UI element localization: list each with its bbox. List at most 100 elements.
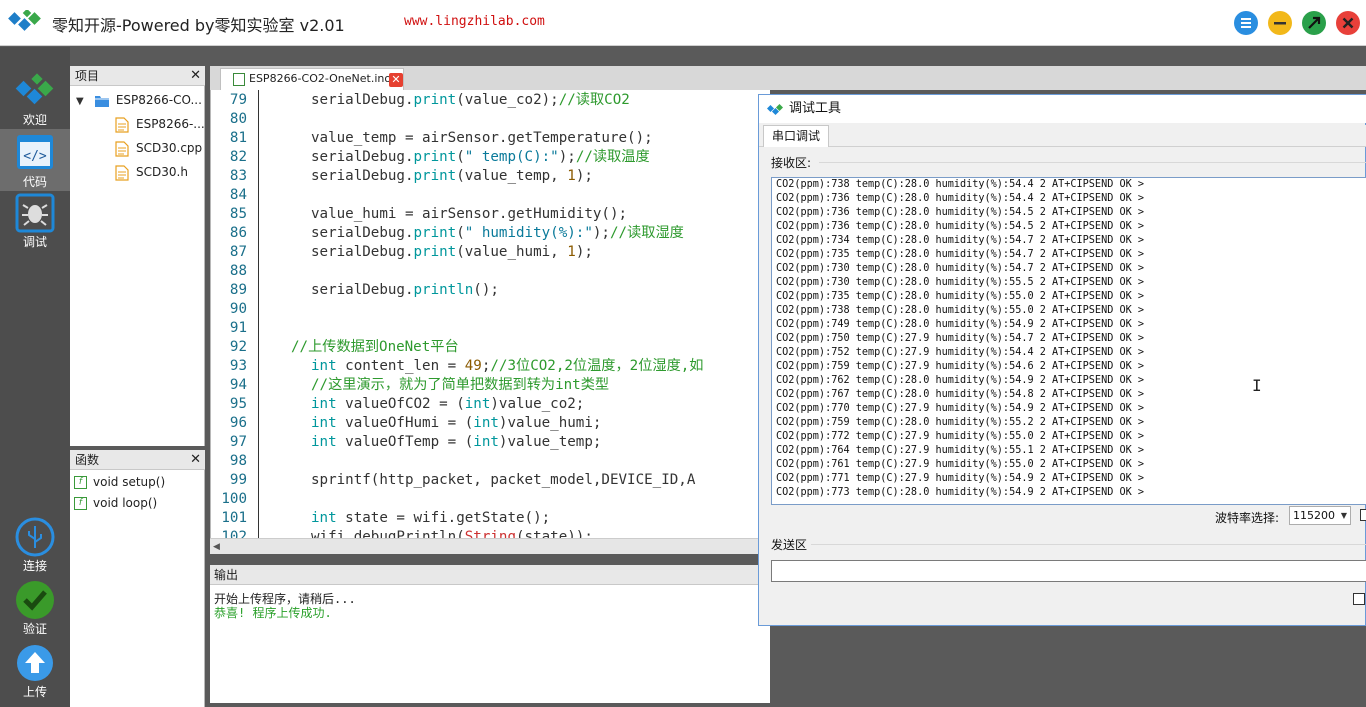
receive-line: CO2(ppm):767 temp(C):28.0 humidity(%):54… — [776, 389, 1145, 400]
baud-rate-value: 115200 — [1293, 509, 1335, 522]
function-icon: f — [74, 476, 87, 489]
code-string: " humidity(%):" — [464, 225, 593, 241]
website-link[interactable]: www.lingzhilab.com — [404, 14, 545, 29]
code-token: print — [413, 149, 457, 165]
function-panel-close-button[interactable]: ✕ — [190, 450, 201, 470]
line-number: 86 — [229, 225, 247, 241]
option-checkbox[interactable] — [1360, 509, 1366, 521]
output-success-line: 恭喜! 程序上传成功. — [214, 606, 332, 620]
debug-tab-bar: 串口调试 — [759, 125, 1366, 147]
maximize-icon — [1302, 11, 1326, 35]
minimize-button[interactable] — [1268, 11, 1292, 35]
sidebar-item-debug[interactable]: 调试 — [0, 193, 70, 255]
function-panel-header: 函数 ✕ — [70, 450, 205, 470]
receive-line: CO2(ppm):736 temp(C):28.0 humidity(%):54… — [776, 207, 1145, 218]
sidebar-item-connect[interactable]: 连接 — [0, 517, 70, 579]
baud-rate-select[interactable]: 115200 ▼ — [1289, 506, 1351, 525]
code-token: print — [413, 168, 457, 184]
tree-item-file[interactable]: SCD30.cpp — [114, 137, 202, 159]
sidebar-item-upload[interactable]: 上传 — [0, 643, 70, 705]
chevron-down-icon[interactable]: ▼ — [76, 91, 90, 113]
receive-area-label: 接收区: — [771, 154, 815, 171]
code-token: serialDebug. — [311, 225, 414, 241]
tab-label: ESP8266-CO2-OneNet.ino — [249, 72, 392, 85]
sidebar-item-welcome[interactable]: 欢迎 — [0, 71, 70, 133]
code-token: valueOfHumi = ( — [336, 415, 474, 431]
svg-text:</>: </> — [23, 149, 47, 164]
sidebar-item-verify[interactable]: 验证 — [0, 580, 70, 642]
code-token: )value_humi; — [498, 415, 602, 431]
debug-tool-window: 调试工具 串口调试 接收区: CO2(ppm):738 temp(C):28.0… — [758, 94, 1366, 626]
code-token: int — [473, 434, 499, 450]
code-token: println — [413, 282, 474, 298]
code-token: state = wifi.getState(); — [336, 510, 551, 526]
left-sidebar: 欢迎 </> 代码 调试 连接 验证 上传 — [0, 47, 70, 707]
send-area-label: 发送区 — [771, 536, 811, 553]
code-token: serialDebug. — [311, 244, 414, 260]
tree-item-file[interactable]: ESP8266-... — [114, 113, 205, 135]
receive-area[interactable]: CO2(ppm):738 temp(C):28.0 humidity(%):54… — [771, 177, 1366, 505]
title-bar: 零知开源-Powered by零知实验室 v2.01 www.lingzhila… — [0, 0, 1366, 46]
function-panel-title: 函数 — [75, 453, 100, 467]
minimize-icon — [1268, 11, 1292, 35]
line-number: 90 — [229, 301, 247, 317]
send-input[interactable] — [771, 560, 1366, 582]
option-checkbox[interactable] — [1353, 593, 1365, 605]
receive-line: CO2(ppm):762 temp(C):28.0 humidity(%):54… — [776, 375, 1145, 386]
project-panel-close-button[interactable]: ✕ — [190, 66, 201, 86]
tab-sketch-file[interactable]: ESP8266-CO2-OneNet.ino ✕ — [220, 68, 404, 90]
code-token: int — [464, 396, 491, 412]
code-editor[interactable]: 79 serialDebug.print(value_co2);//读取CO2 8… — [210, 90, 770, 538]
project-panel-header: 项目 ✕ — [70, 66, 205, 86]
line-number: 94 — [229, 377, 247, 393]
function-item[interactable]: f void setup() — [74, 472, 165, 492]
divider — [819, 162, 1366, 163]
line-number: 93 — [229, 358, 247, 374]
sidebar-label: 欢迎 — [22, 113, 47, 127]
code-icon: </> — [17, 135, 53, 169]
tree-item-project-folder[interactable]: ▼ ESP8266-CO... — [76, 89, 202, 111]
line-number: 84 — [229, 187, 247, 203]
line-number: 87 — [229, 244, 247, 260]
output-panel: 开始上传程序，请稍后... 恭喜! 程序上传成功. — [210, 585, 770, 703]
line-number: 102 — [221, 529, 247, 538]
scroll-left-icon[interactable]: ◀ — [213, 542, 220, 552]
code-token: ); — [592, 225, 610, 241]
menu-button[interactable] — [1234, 11, 1258, 35]
debug-window-title: 调试工具 — [789, 101, 842, 116]
function-label: void setup() — [93, 475, 166, 489]
sidebar-label: 调试 — [22, 235, 47, 249]
menu-icon — [1234, 11, 1258, 35]
code-token: int — [311, 434, 337, 450]
sidebar-item-code[interactable]: </> 代码 — [0, 129, 70, 191]
receive-line: CO2(ppm):738 temp(C):28.0 humidity(%):55… — [776, 305, 1145, 316]
usb-icon — [15, 517, 55, 557]
debug-window-title-bar[interactable]: 调试工具 — [759, 95, 1366, 123]
maximize-button[interactable] — [1302, 11, 1326, 35]
close-window-button[interactable] — [1336, 11, 1360, 35]
check-icon — [16, 581, 54, 619]
code-token: (state)); — [516, 529, 593, 538]
line-number: 96 — [229, 415, 247, 431]
upload-icon — [17, 645, 53, 681]
line-number: 80 — [229, 111, 247, 127]
line-number: 83 — [229, 168, 247, 184]
receive-line: CO2(ppm):730 temp(C):28.0 humidity(%):54… — [776, 263, 1145, 274]
code-token: int — [311, 415, 337, 431]
code-comment: //上传数据到OneNet平台 — [291, 339, 459, 355]
editor-tab-bar: ESP8266-CO2-OneNet.ino ✕ — [210, 66, 1366, 90]
code-token: ( — [456, 225, 465, 241]
tab-close-button[interactable]: ✕ — [389, 73, 403, 87]
function-item[interactable]: f void loop() — [74, 493, 157, 513]
code-token: int — [311, 358, 337, 374]
receive-line: CO2(ppm):749 temp(C):28.0 humidity(%):54… — [776, 319, 1145, 330]
line-number: 95 — [229, 396, 247, 412]
tab-serial-debug[interactable]: 串口调试 — [763, 125, 829, 147]
tree-item-file[interactable]: SCD30.h — [114, 161, 188, 183]
editor-horizontal-scrollbar[interactable]: ◀ — [210, 538, 770, 554]
receive-line: CO2(ppm):761 temp(C):27.9 humidity(%):55… — [776, 459, 1145, 470]
receive-line: CO2(ppm):759 temp(C):27.9 humidity(%):54… — [776, 361, 1145, 372]
bug-icon — [15, 193, 55, 233]
line-number: 79 — [229, 92, 247, 108]
code-comment: //读取温度 — [575, 149, 650, 165]
